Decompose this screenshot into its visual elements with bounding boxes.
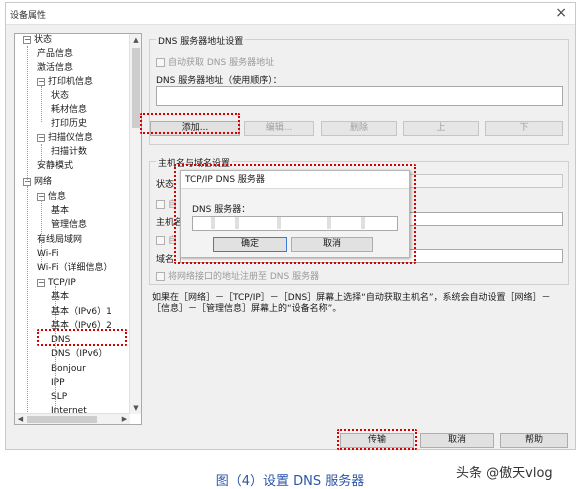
tree-item-label: 基本（IPv6）1 xyxy=(51,307,112,317)
tree-item-label: 基本 xyxy=(51,206,70,216)
auto-obtain-dns-checkbox: 自动获取 DNS 服务器地址 xyxy=(156,55,274,68)
tree-item-label: 基本 xyxy=(51,292,70,302)
collapse-toggle-icon[interactable]: − xyxy=(37,278,45,287)
window-title: 设备属性 xyxy=(10,11,47,21)
tree-item-label: DNS xyxy=(51,335,71,345)
tree-item[interactable]: DNS（IPv6） xyxy=(51,348,108,361)
tree-item[interactable]: 基本（IPv6）2 xyxy=(51,320,112,333)
cancel-button[interactable]: 取消 xyxy=(420,433,494,448)
dialog-cancel-button[interactable]: 取消 xyxy=(291,237,373,252)
tree-item-label: 激活信息 xyxy=(37,63,74,73)
tree-item[interactable]: 扫描计数 xyxy=(51,146,87,159)
dns-group-title: DNS 服务器地址设置 xyxy=(156,34,246,47)
device-properties-window: 设备属性 × − 状态 产品信息 激活信息 − 打印机信息 状态 耗材信息 打印历史 − 扫描仪信息… xyxy=(5,2,576,450)
tree-item[interactable]: 激活信息 xyxy=(37,62,73,75)
ok-button[interactable]: 确定 xyxy=(213,237,287,252)
auto-hostname-checkbox[interactable]: 自 xyxy=(156,197,177,210)
tree-item-label: 信息 xyxy=(48,192,67,202)
delete-button: 删除 xyxy=(321,121,397,136)
collapse-toggle-icon[interactable]: − xyxy=(37,133,45,142)
move-down-button: 下 xyxy=(485,121,563,136)
tree-item-label: 管理信息 xyxy=(51,220,88,230)
tree-item[interactable]: IPP xyxy=(51,377,65,390)
tree-item[interactable]: 管理信息 xyxy=(51,219,87,232)
tree-item-label: 扫描仪信息 xyxy=(48,133,94,143)
tree-item[interactable]: Bonjour xyxy=(51,363,86,376)
auto-domain-checkbox[interactable]: 自 xyxy=(156,233,177,246)
dialog-title: TCP/IP DNS 服务器 xyxy=(181,171,409,189)
tree-item[interactable]: SLP xyxy=(51,391,67,404)
tree-item[interactable]: 状态 xyxy=(51,90,69,103)
tree-item[interactable]: 有线局域网 xyxy=(37,234,82,247)
scroll-up-icon[interactable]: ▲ xyxy=(130,34,141,46)
info-note: 如果在［网络］－［TCP/IP］－［DNS］屏幕上选择“自动获取主机名”，系统会… xyxy=(152,293,551,314)
collapse-toggle-icon[interactable]: − xyxy=(37,77,45,86)
tree-item[interactable]: 安静模式 xyxy=(37,160,73,173)
domain-label: 域名 xyxy=(156,255,175,265)
tree-item[interactable]: 耗材信息 xyxy=(51,104,87,117)
hostname-label: 主机名 xyxy=(156,218,184,228)
tree-item[interactable]: − TCP/IP xyxy=(37,277,76,290)
transmit-button[interactable]: 传输 xyxy=(340,433,414,448)
scroll-thumb[interactable] xyxy=(132,48,140,128)
dns-server-input[interactable] xyxy=(192,216,398,231)
scroll-down-icon[interactable]: ▼ xyxy=(130,402,141,414)
move-up-button: 上 xyxy=(403,121,479,136)
status-field xyxy=(408,174,563,188)
tree-item[interactable]: 基本 xyxy=(51,205,69,218)
tree-item-label: 有线局域网 xyxy=(37,235,83,245)
tree-item[interactable]: DNS xyxy=(51,334,70,347)
scroll-left-icon[interactable]: ◀ xyxy=(15,414,26,424)
dns-address-label: DNS 服务器地址（使用顺序）： xyxy=(156,76,282,86)
tree-item[interactable]: − 扫描仪信息 xyxy=(37,132,93,145)
tree-item-label: 状态 xyxy=(51,91,70,101)
dns-address-list[interactable] xyxy=(156,86,563,106)
checkbox-icon xyxy=(156,200,165,209)
tree-horizontal-scrollbar[interactable]: ◀ ▶ xyxy=(15,413,130,424)
tree-item-label: DNS（IPv6） xyxy=(51,349,108,359)
tree-item-label: SLP xyxy=(51,392,68,402)
dns-server-group: DNS 服务器地址设置 自动获取 DNS 服务器地址 DNS 服务器地址（使用顺… xyxy=(149,34,569,145)
collapse-toggle-icon[interactable]: − xyxy=(23,35,31,44)
title-bar: 设备属性 × xyxy=(6,3,575,25)
tree-item[interactable]: − 打印机信息 xyxy=(37,76,93,89)
settings-tree: − 状态 产品信息 激活信息 − 打印机信息 状态 耗材信息 打印历史 − 扫描仪信息 扫描计数 安静模… xyxy=(14,33,142,425)
close-icon[interactable]: × xyxy=(555,5,567,21)
checkbox-icon xyxy=(156,58,165,67)
host-group-title: 主机名与域名设置 xyxy=(156,156,233,169)
checkbox-icon xyxy=(156,272,165,281)
scroll-right-icon[interactable]: ▶ xyxy=(119,414,130,424)
tree-item[interactable]: 基本（IPv6）1 xyxy=(51,306,112,319)
tree-item-label: Wi-Fi（详细信息） xyxy=(37,263,113,273)
tree-item-label: TCP/IP xyxy=(48,278,76,288)
status-label: 状态 xyxy=(156,180,175,190)
tree-item-label: 基本（IPv6）2 xyxy=(51,321,112,331)
h-scroll-thumb[interactable] xyxy=(27,416,97,423)
register-dns-checkbox[interactable]: 将网络接口的地址注册至 DNS 服务器 xyxy=(156,269,319,282)
tree-item-label: 网络 xyxy=(34,177,53,187)
dns-server-dialog: TCP/IP DNS 服务器 DNS 服务器： 确定 取消 xyxy=(180,170,410,258)
tree-item[interactable]: Wi-Fi（详细信息） xyxy=(37,262,112,275)
tree-item-label: 打印机信息 xyxy=(48,77,94,87)
tree-item-label: 安静模式 xyxy=(37,161,74,171)
tree-item-label: 打印历史 xyxy=(51,119,88,129)
tree-list: − 状态 产品信息 激活信息 − 打印机信息 状态 耗材信息 打印历史 − 扫描仪信息 扫描计数 安静模… xyxy=(15,34,130,414)
dns-server-label: DNS 服务器： xyxy=(192,205,251,215)
tree-item-label: 扫描计数 xyxy=(51,147,88,157)
tree-item[interactable]: 产品信息 xyxy=(37,48,73,61)
add-button[interactable]: 添加... xyxy=(150,121,240,136)
edit-button: 编辑... xyxy=(244,121,314,136)
help-button[interactable]: 帮助 xyxy=(500,433,568,448)
tree-item-label: IPP xyxy=(51,378,65,388)
checkbox-icon xyxy=(156,236,165,245)
tree-vertical-scrollbar[interactable]: ▲ ▼ xyxy=(129,34,141,414)
tree-item[interactable]: 基本 xyxy=(51,291,69,304)
tree-item-label: Bonjour xyxy=(51,364,86,374)
tree-item-label: 产品信息 xyxy=(37,49,74,59)
tree-item-label: 耗材信息 xyxy=(51,105,88,115)
watermark: 头条 @傲天vlog xyxy=(456,466,553,481)
hostname-field[interactable] xyxy=(408,212,563,226)
tree-item-label: 状态 xyxy=(34,35,53,45)
tree-item[interactable]: 打印历史 xyxy=(51,118,87,131)
